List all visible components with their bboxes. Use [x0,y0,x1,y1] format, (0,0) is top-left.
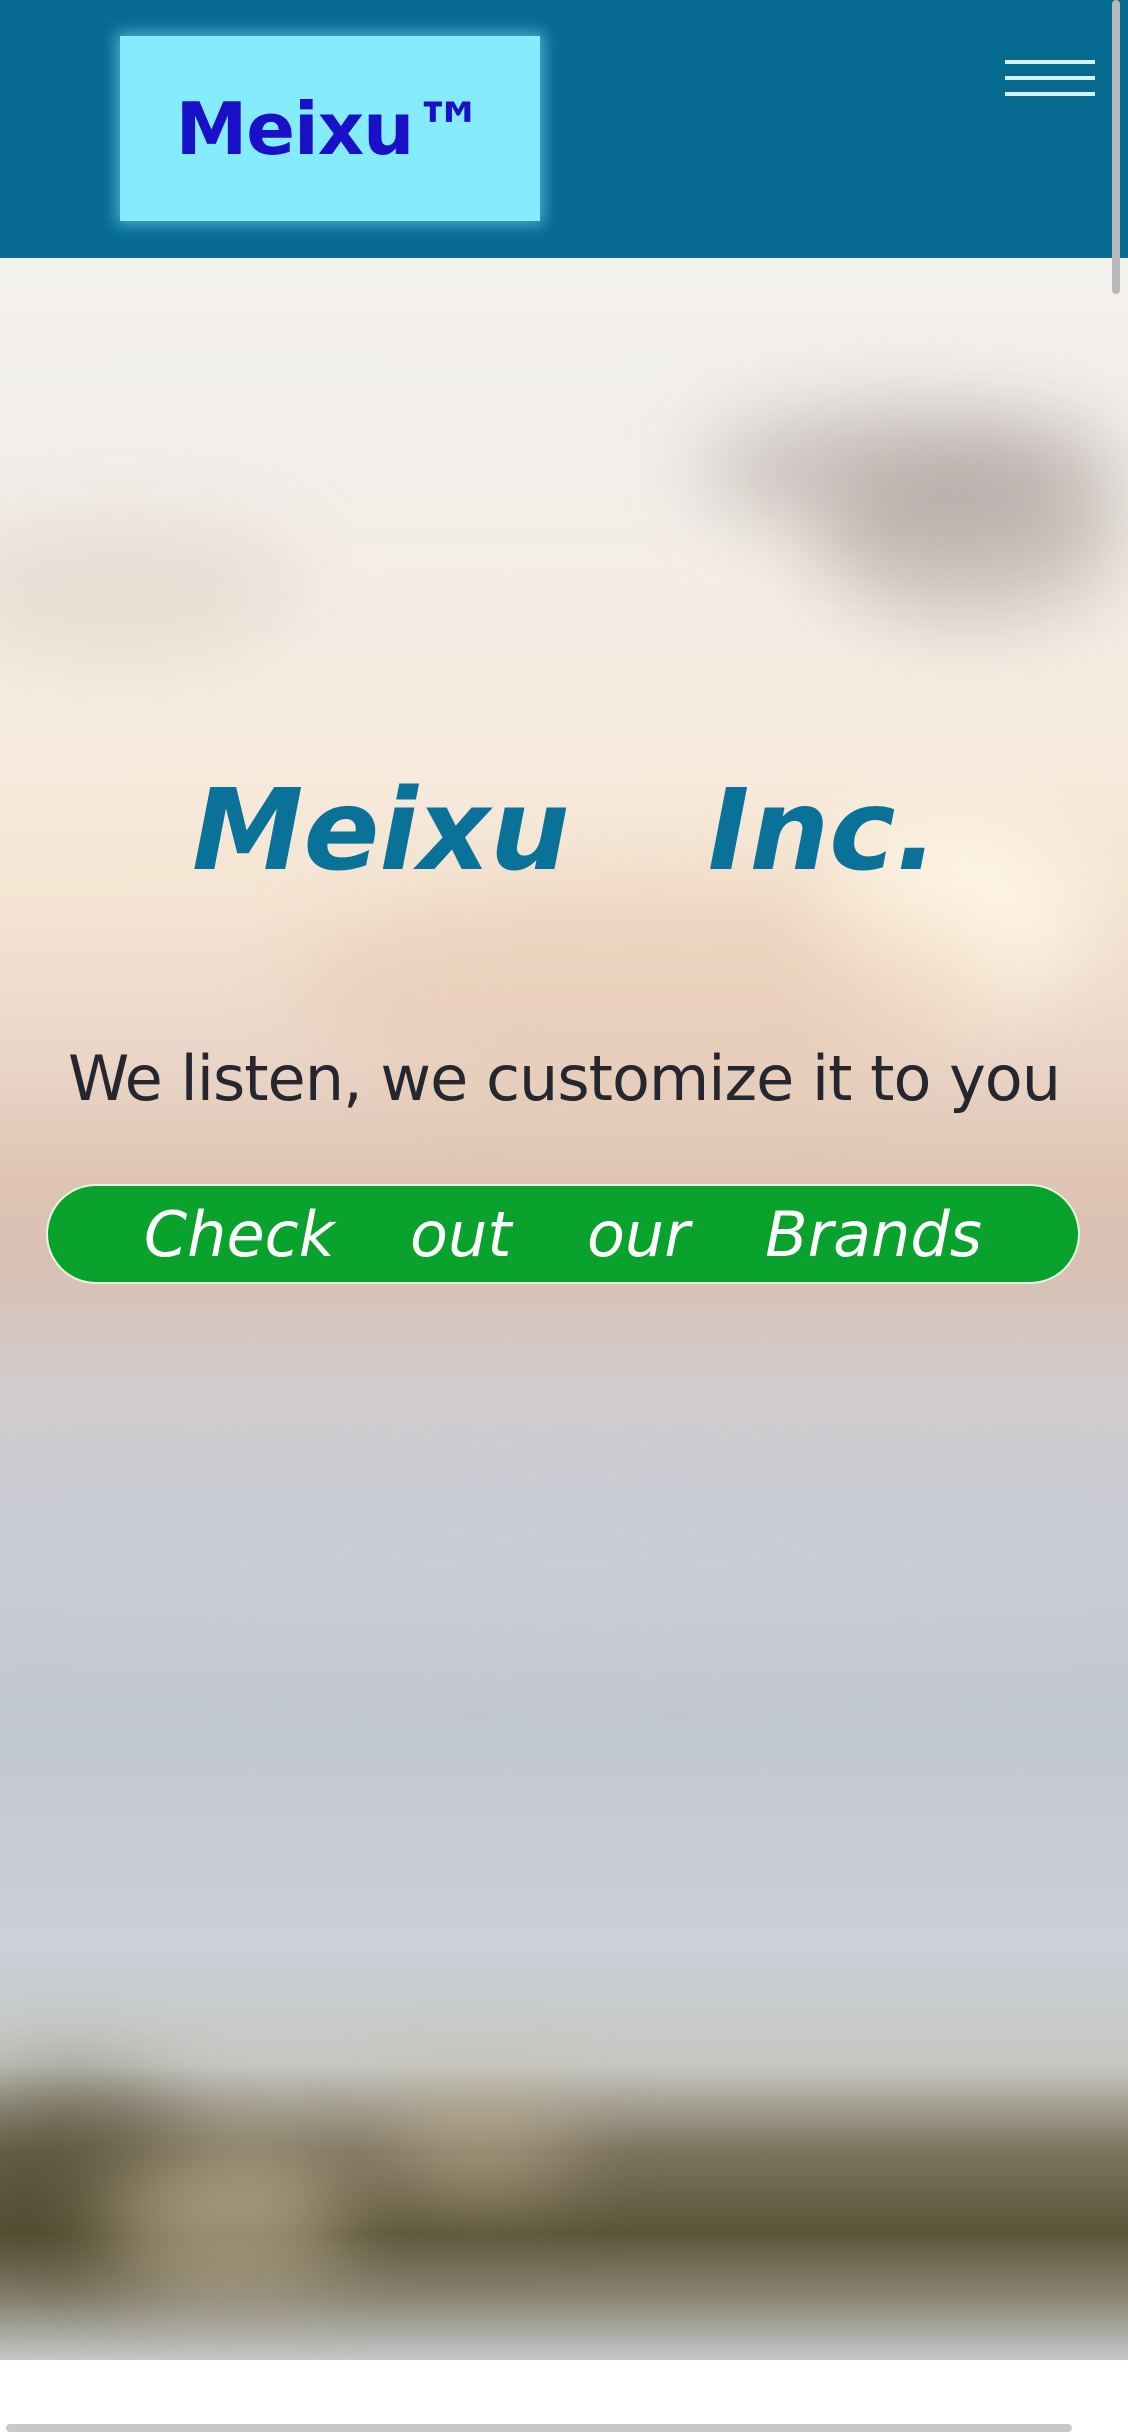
background-cloud [0,518,300,658]
logo-text: Meixu™ [175,86,486,171]
menu-line [1005,76,1095,80]
hero-title: Meixu Inc. [192,766,939,896]
site-header: Meixu™ [0,0,1128,258]
horizontal-scrollbar[interactable] [6,2424,1072,2432]
hero-section: Meixu Inc. We listen, we customize it to… [0,258,1128,2360]
background-rock [100,2148,350,2288]
cta-label: Check out our Brands [143,1197,983,1271]
menu-line [1005,60,1095,64]
check-out-brands-button[interactable]: Check out our Brands [46,1184,1080,1284]
hamburger-menu-icon[interactable] [1005,60,1099,102]
menu-line [1005,92,1095,96]
background-sea-band [0,1478,1128,1638]
vertical-scrollbar[interactable] [1112,0,1120,294]
background-cloud [820,458,1120,618]
hero-tagline: We listen, we customize it to you [67,1042,1061,1115]
logo[interactable]: Meixu™ [120,36,540,221]
background-rock [380,2088,580,2198]
